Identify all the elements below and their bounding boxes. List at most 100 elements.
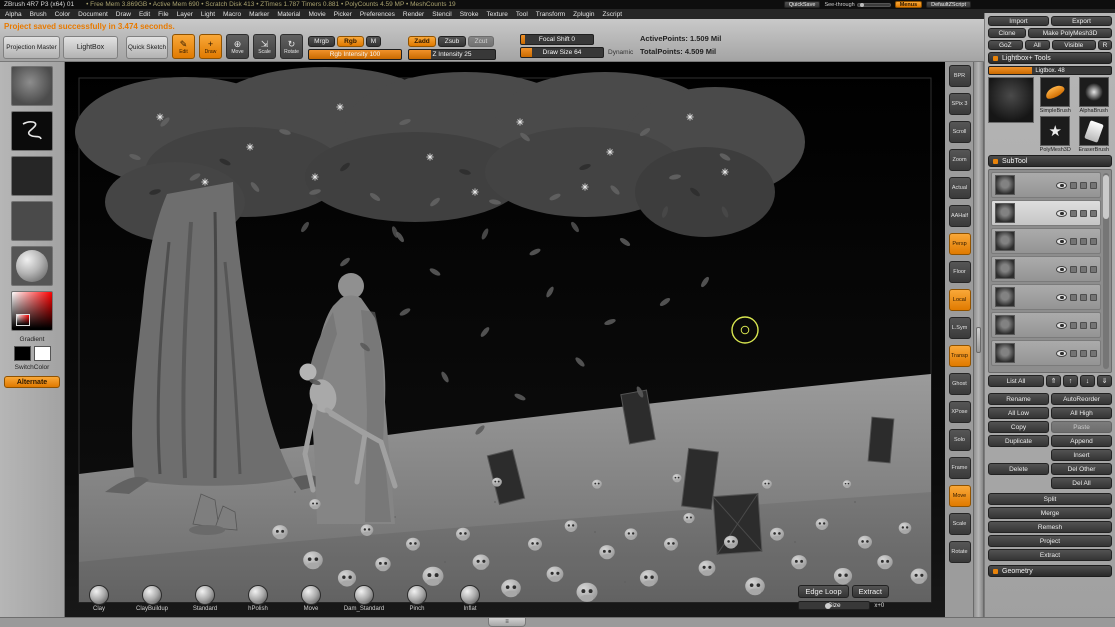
visibility-eye-icon[interactable] [1056,321,1067,329]
viewport[interactable]: Clay ClayBuildup Standard hPolish Move D… [65,62,945,617]
make-polymesh3d-button[interactable]: Make PolyMesh3D [1028,28,1112,38]
shelf-icon-button[interactable]: Persp [948,233,971,255]
switch-color-label[interactable]: SwitchColor [15,364,50,371]
subtool-mini-icon[interactable] [1090,293,1097,301]
main-color-swatch[interactable] [13,346,31,361]
subtool-row[interactable] [991,200,1101,226]
mode-button[interactable]: + Draw [199,34,222,59]
subtool-wide-action-button[interactable]: Split [988,493,1112,505]
quicksave-button[interactable]: QuickSave [783,1,821,8]
import-button[interactable]: Import [988,16,1049,26]
subtool-mini-icon[interactable] [1080,293,1087,301]
subtool-action-button[interactable]: Del All [1051,477,1112,489]
shelf-icon-button[interactable]: Ghost [948,373,971,395]
menu-item[interactable]: Macro [223,11,241,18]
current-texture-thumbnail[interactable] [11,201,53,241]
subtool-row[interactable] [991,284,1101,310]
subtool-action-button[interactable]: Del Other [1051,463,1112,475]
menu-item[interactable]: Transform [536,11,565,18]
subtool-row[interactable] [991,256,1101,282]
brush-preset[interactable]: Standard [183,585,227,612]
subtool-move-arrow-button[interactable]: ↓ [1080,375,1095,387]
menu-item[interactable]: Stencil [432,11,452,18]
menu-item[interactable]: Brush [30,11,47,18]
menu-item[interactable]: Preferences [360,11,395,18]
menu-item[interactable]: Zscript [603,11,623,18]
rgb-intensity-slider[interactable]: Rgb Intensity 100 [308,49,402,60]
secondary-color-swatch[interactable] [33,346,51,361]
shelf-icon-button[interactable]: Transp [948,345,971,367]
subtool-action-button[interactable]: Duplicate [988,435,1049,447]
menu-item[interactable]: Tool [516,11,528,18]
brush-preset[interactable]: Pinch [395,585,439,612]
dynamic-toggle[interactable]: Dynamic [608,49,633,56]
subtool-mini-icon[interactable] [1090,237,1097,245]
shelf-icon-button[interactable]: Scale [948,513,971,535]
shelf-icon-button[interactable]: XPose [948,401,971,423]
subtool-wide-action-button[interactable]: Project [988,535,1112,547]
subtool-mini-icon[interactable] [1090,209,1097,217]
r-button[interactable]: R [1098,40,1112,50]
current-alpha-thumbnail[interactable] [11,156,53,196]
subtool-mini-icon[interactable] [1080,349,1087,357]
color-picker-inner-swatch[interactable] [16,314,30,326]
brush-preset[interactable]: Inflat [448,585,492,612]
shelf-icon-button[interactable]: Frame [948,457,971,479]
mrgb-button[interactable]: Mrgb [308,36,335,47]
clone-button[interactable]: Clone [988,28,1026,38]
visibility-eye-icon[interactable] [1056,181,1067,189]
subtool-row[interactable] [991,312,1101,338]
shelf-icon-button[interactable]: Solo [948,429,971,451]
menu-item[interactable]: Layer [177,11,193,18]
visibility-eye-icon[interactable] [1056,293,1067,301]
zsub-button[interactable]: Zsub [438,36,466,47]
subtool-mini-icon[interactable] [1080,209,1087,217]
subtool-header[interactable]: SubTool [988,155,1112,167]
subtool-mini-icon[interactable] [1090,181,1097,189]
lightbox-button[interactable]: LightBox [63,36,118,59]
tray-divider[interactable] [973,62,984,617]
gradient-label[interactable]: Gradient [20,336,45,343]
subtool-action-button[interactable]: Copy [988,421,1049,433]
shelf-icon-button[interactable]: Floor [948,261,971,283]
menu-item[interactable]: Draw [116,11,131,18]
scrollbar-thumb[interactable] [1103,175,1109,219]
subtool-action-button[interactable]: Append [1051,435,1112,447]
current-stroke-thumbnail[interactable] [11,111,53,151]
export-button[interactable]: Export [1051,16,1112,26]
visibility-eye-icon[interactable] [1056,237,1067,245]
alternate-button[interactable]: Alternate [4,376,60,388]
brush-preset[interactable]: Move [289,585,333,612]
shelf-icon-button[interactable]: Local [948,289,971,311]
default-zscript-button[interactable]: DefaultZScript [926,1,971,8]
subtool-action-button[interactable]: All Low [988,407,1049,419]
shelf-icon-button[interactable]: Actual [948,177,971,199]
subtool-mini-icon[interactable] [1080,237,1087,245]
visibility-eye-icon[interactable] [1056,209,1067,217]
subtool-wide-action-button[interactable]: Merge [988,507,1112,519]
menu-item[interactable]: Color [55,11,71,18]
size-slider[interactable]: Size [798,601,871,610]
z-intensity-slider[interactable]: Z Intensity 25 [408,49,496,60]
shelf-icon-button[interactable]: Scroll [948,121,971,143]
subtool-action-button[interactable]: Delete [988,463,1049,475]
subtool-mini-icon[interactable] [1070,265,1077,273]
visibility-eye-icon[interactable] [1056,349,1067,357]
menu-item[interactable]: Alpha [5,11,22,18]
menu-item[interactable]: Light [201,11,215,18]
subtool-action-button[interactable]: AutoReorder [1051,393,1112,405]
subtool-mini-icon[interactable] [1090,349,1097,357]
subtool-mini-icon[interactable] [1070,181,1077,189]
tool-thumbnail-cell[interactable]: AlphaBrush [1076,77,1113,114]
menus-button[interactable]: Menus [894,1,923,8]
subtool-row[interactable] [991,228,1101,254]
goz-all-button[interactable]: All [1024,40,1050,50]
subtool-mini-icon[interactable] [1070,293,1077,301]
visibility-eye-icon[interactable] [1056,265,1067,273]
current-tool-thumbnail[interactable] [988,77,1034,123]
brush-preset[interactable]: Dam_Standard [342,585,386,612]
extract-button[interactable]: Extract [851,585,889,598]
menu-item[interactable]: Edit [139,11,150,18]
projection-master-button[interactable]: Projection Master [3,36,60,59]
see-through-slider[interactable] [856,2,891,7]
